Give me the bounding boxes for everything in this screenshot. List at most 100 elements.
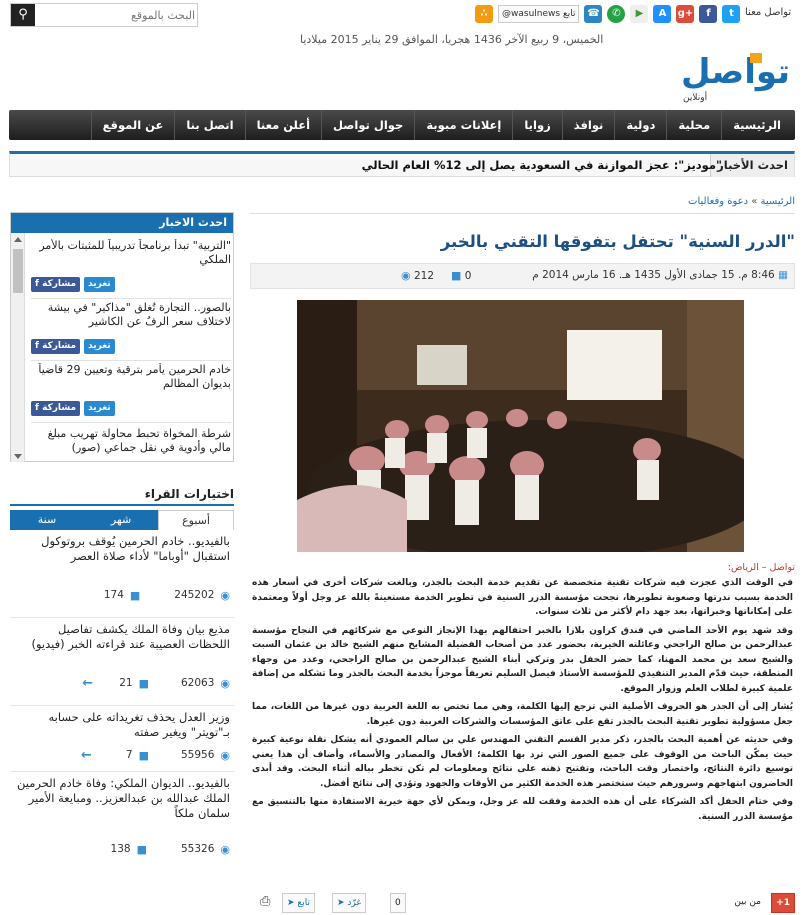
breadcrumb-section[interactable]: دعوة وفعاليات	[688, 196, 748, 207]
search-box: ⚲	[10, 3, 198, 27]
views-icon: ◉	[220, 748, 230, 762]
google-plus-button[interactable]: +1	[771, 893, 795, 913]
readers-picks-title: اختيارات القراء	[10, 484, 234, 506]
facebook-share-button[interactable]: f مشاركة	[31, 401, 81, 416]
scroll-down-icon[interactable]	[14, 454, 22, 459]
tweet-count: 0	[390, 893, 406, 913]
list-item: شرطة المخواة تحبط محاولة تهريب مبلغ مالي…	[31, 427, 231, 461]
search-icon: ⚲	[18, 7, 28, 22]
article-paragraph: وقد شهد يوم الأحد الماضي في فندق كراون ب…	[252, 625, 793, 694]
print-icon[interactable]: ⎙	[256, 893, 274, 913]
views-icon: ◉	[401, 269, 411, 282]
article-photo	[297, 300, 744, 552]
whatsapp-icon[interactable]: ✆	[607, 5, 626, 23]
nav-classifieds[interactable]: إعلانات مبوبة	[414, 110, 512, 140]
contact-label: تواصل معنا	[745, 7, 792, 18]
comments-icon: ■	[136, 842, 147, 856]
views-icon: ◉	[220, 588, 230, 602]
search-button[interactable]: ⚲	[11, 4, 35, 26]
rss-icon[interactable]: ∴	[475, 5, 493, 23]
svg-text:أونلاين: أونلاين	[683, 91, 707, 103]
nav-columns[interactable]: زوايا	[512, 110, 561, 140]
list-item: خادم الحرمين يأمر بترقية وتعيين 29 قاضيا…	[31, 363, 231, 423]
twitter-icon[interactable]: t	[722, 5, 741, 23]
twitter-follow-button[interactable]: @wasulnews تابع	[498, 5, 580, 23]
phone-icon[interactable]: ☎	[584, 5, 603, 23]
news-link[interactable]: "التربية" تبدأ برنامجاً تدريبياً للمثبتا…	[31, 239, 231, 269]
follow-button[interactable]: ➤ تابع	[282, 893, 315, 913]
tab-year[interactable]: سنة	[10, 510, 84, 530]
news-link[interactable]: مذيع بيان وفاة الملك يكشف تفاصيل اللحظات…	[10, 622, 234, 668]
views-icon: ◉	[220, 842, 230, 856]
news-link[interactable]: بالفيديو.. الديوان الملكي: وفاة خادم الح…	[10, 776, 234, 836]
google-plus-icon[interactable]: g+	[676, 5, 695, 23]
share-icon[interactable]: ←	[82, 676, 93, 691]
main-nav: الرئيسية محلية دولية نوافذ زوايا إعلانات…	[9, 110, 795, 140]
tweet-button[interactable]: تغريد	[84, 277, 115, 292]
views-icon: ◉	[220, 676, 230, 690]
breadcrumb: الرئيسية » دعوة وفعاليات	[688, 196, 795, 207]
scrollbar[interactable]	[11, 233, 25, 462]
article-byline: تواصل – الرياض:	[727, 562, 795, 573]
article-date: ▦ 8:46 م. 15 جمادى الأول 1435 هـ. 16 مار…	[532, 269, 788, 281]
svg-text:تواصل: تواصل	[681, 52, 790, 92]
breaking-headline[interactable]: "موديز": عجز الموازنة في السعودية يصل إل…	[362, 154, 722, 177]
nav-local[interactable]: محلية	[666, 110, 721, 140]
list-item: بالفيديو.. خادم الحرمين يُوقف بروتوكول ا…	[10, 534, 234, 618]
google-play-icon[interactable]: ▶	[630, 5, 649, 23]
comments-icon: ■	[138, 748, 149, 762]
list-item: وزير العدل يحذف تغريداته على حسابه بـ"تو…	[10, 710, 234, 772]
nav-advertise[interactable]: أعلن معنا	[244, 110, 321, 140]
tab-month[interactable]: شهر	[84, 510, 158, 530]
social-bar: ∴ @wasulnews تابع ☎ ✆ ▶ A g+ f t	[475, 4, 741, 24]
comments-icon: ■	[451, 269, 462, 282]
article-paragraph: يُشار إلى أن الجذر هو الحروف الأصلية الت…	[252, 702, 793, 727]
calendar-icon: ▦	[778, 269, 788, 281]
picks-tabs: سنة شهر أسبوع	[10, 510, 234, 530]
article-paragraph: وفي حديثه عن أهمية البحث بالجذر، ذكر مدي…	[252, 735, 793, 789]
nav-mobile[interactable]: جوال تواصل	[321, 110, 414, 140]
article-paragraph: في الوقت الذي عجزت فيه شركات تقنية متخصص…	[252, 578, 793, 617]
nav-home[interactable]: الرئيسية	[721, 110, 795, 140]
facebook-icon[interactable]: f	[699, 5, 718, 23]
nav-windows[interactable]: نوافذ	[561, 110, 615, 140]
news-link[interactable]: بالفيديو.. خادم الحرمين يُوقف بروتوكول ا…	[10, 534, 234, 580]
article-comments: ■ 0	[451, 269, 472, 282]
tweet-button[interactable]: ➤ غرّد	[332, 893, 367, 913]
nav-international[interactable]: دولية	[614, 110, 666, 140]
scroll-up-icon[interactable]	[14, 237, 22, 242]
nav-contact[interactable]: اتصل بنا	[174, 110, 244, 140]
list-item: "التربية" تبدأ برنامجاً تدريبياً للمثبتا…	[31, 239, 231, 299]
tweet-button[interactable]: تغريد	[84, 401, 115, 416]
app-store-icon[interactable]: A	[653, 5, 672, 23]
twitter-icon: ➤	[337, 898, 345, 908]
article-title: "الدرر السنية" تحتفل بتفوقها التقني بالخ…	[440, 232, 795, 251]
divider	[250, 213, 795, 214]
news-link[interactable]: وزير العدل يحذف تغريداته على حسابه بـ"تو…	[10, 710, 234, 740]
readers-picks: اختيارات القراء سنة شهر أسبوع بالفيديو..…	[10, 484, 234, 864]
twitter-icon: ➤	[287, 898, 295, 908]
breadcrumb-home[interactable]: الرئيسية	[761, 196, 795, 207]
article-body: في الوقت الذي عجزت فيه شركات تقنية متخصص…	[252, 576, 793, 828]
nav-about[interactable]: عن الموقع	[90, 110, 175, 140]
breaking-news-bar: احدث الأخبار "موديز": عجز الموازنة في ال…	[9, 151, 795, 177]
article-share-bar: +1 من بين 0 ➤ غرّد ➤ تابع ⎙	[250, 893, 795, 915]
search-input[interactable]	[37, 5, 195, 25]
news-link[interactable]: خادم الحرمين يأمر بترقية وتعيين 29 قاضيا…	[31, 363, 231, 393]
comments-icon: ■	[129, 588, 141, 602]
news-link[interactable]: بالصور.. التجارة تُغلق "مذاكير" في بيشة …	[31, 301, 231, 331]
list-item: مذيع بيان وفاة الملك يكشف تفاصيل اللحظات…	[10, 622, 234, 706]
news-link[interactable]: شرطة المخواة تحبط محاولة تهريب مبلغ مالي…	[31, 427, 231, 457]
tweet-button[interactable]: تغريد	[84, 339, 115, 354]
facebook-share-button[interactable]: f مشاركة	[31, 339, 81, 354]
tab-week[interactable]: أسبوع	[158, 510, 234, 530]
scroll-thumb[interactable]	[13, 249, 23, 293]
article-views: ◉ 212	[401, 269, 434, 282]
list-item: بالصور.. التجارة تُغلق "مذاكير" في بيشة …	[31, 301, 231, 361]
site-logo[interactable]: تواصل أونلاين	[655, 45, 795, 105]
facebook-share-button[interactable]: f مشاركة	[31, 277, 81, 292]
list-item: بالفيديو.. الديوان الملكي: وفاة خادم الح…	[10, 776, 234, 862]
article-paragraph: وفي ختام الحفل أكد الشركاء على أن هذه ال…	[252, 797, 793, 822]
share-icon[interactable]: ←	[81, 748, 92, 763]
logo-graphic: تواصل أونلاين	[681, 52, 790, 103]
